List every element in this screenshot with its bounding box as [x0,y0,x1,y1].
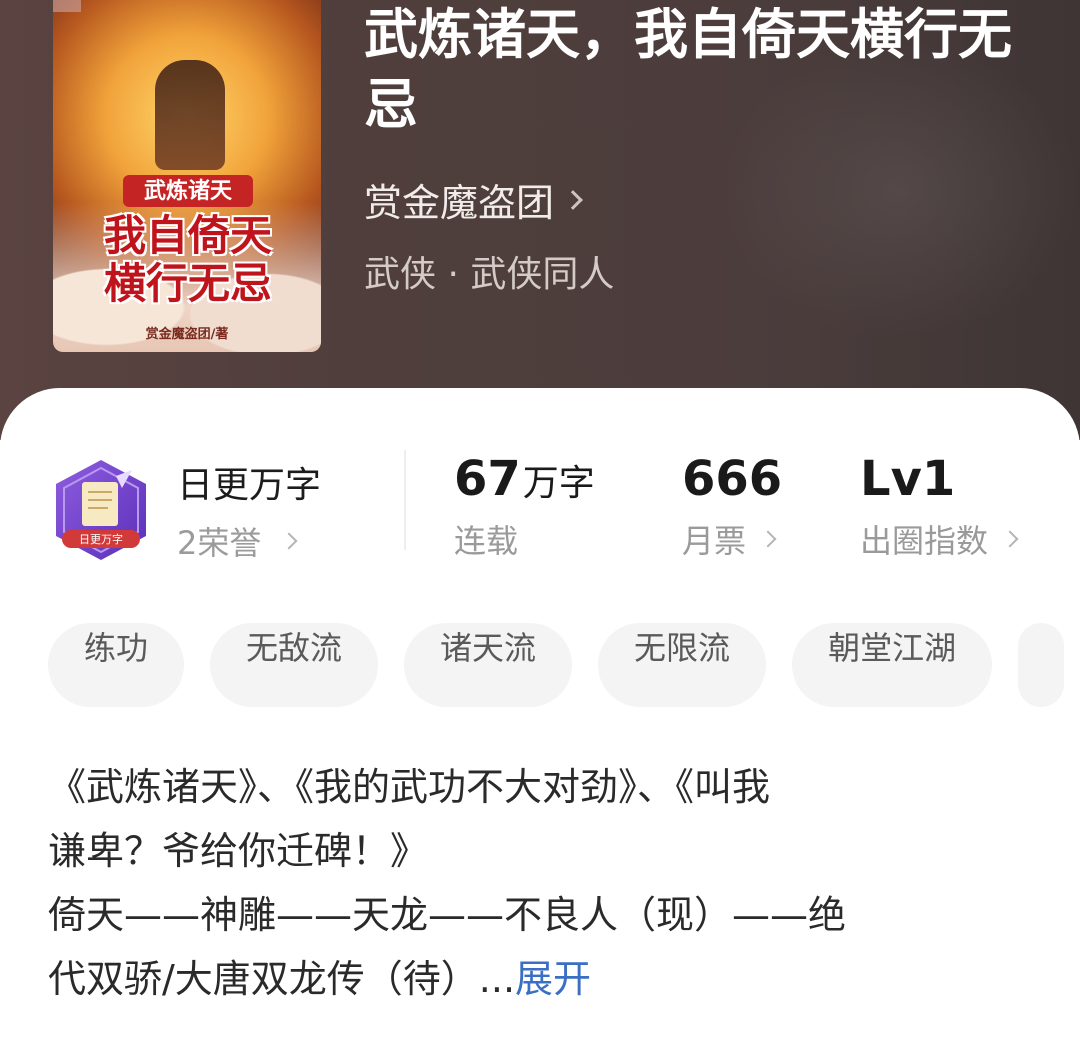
word-count-value: 67 [454,451,521,507]
stat-value: 67万字 [454,450,595,508]
cover-author: 赏金魔盗团/著 [145,327,229,342]
description-line-last: 代双骄/大唐双龙传（待）...展开 [48,947,1038,1011]
chevron-right-icon [280,532,298,550]
tag-chip[interactable]: 无限流 [598,623,767,707]
book-genre: 武侠 · 武侠同人 [364,254,615,295]
cover-title-line2: 横行无忌 [103,259,272,308]
cover-subtitle: 武炼诸天 [123,175,253,207]
popularity-index-label: 出圈指数 [860,522,989,560]
stat-popularity-index[interactable]: Lv1 出圈指数 [860,450,1019,562]
stat-value: 666 [682,451,783,507]
book-description: 《武炼诸天》、《我的武功不大对劲》、《叫我 谦卑？爷给你迁碑！》 倚天——神雕—… [48,755,1038,1011]
honor-badge-icon[interactable]: 日更万字 [52,458,150,562]
honor-count: 2荣誉 [177,524,262,562]
chevron-right-icon [563,189,583,210]
cover-title: 我自倚天 横行无忌 [73,212,303,308]
tag-chip[interactable]: 无敌流 [210,623,379,707]
badge-text: 日更万字 [79,532,123,546]
book-header: 武炼诸天 我自倚天 横行无忌 赏金魔盗团/著 武炼诸天，我自倚天横行无忌 赏金魔… [0,0,1080,440]
cover-corner-mark [53,0,81,12]
honor-subtitle-link[interactable]: 2荣誉 [177,518,298,564]
tag-chip[interactable]: 朝堂江湖 [792,623,993,707]
author-link[interactable]: 赏金魔盗团 [364,172,583,227]
expand-link[interactable]: 展开 [515,957,591,1001]
book-cover[interactable]: 武炼诸天 我自倚天 横行无忌 赏金魔盗团/著 [53,0,321,352]
description-line: 《武炼诸天》、《我的武功不大对劲》、《叫我 [48,765,771,809]
stat-label: 连载 [454,516,595,562]
tag-chip[interactable]: 练功 [48,623,185,707]
monthly-ticket-label: 月票 [682,522,747,560]
cover-hero-figure [155,60,225,170]
cover-title-line1: 我自倚天 [103,211,272,260]
description-line: 倚天——神雕——天龙——不良人（现）——绝 [48,893,847,937]
tag-list: 练功 无敌流 诸天流 无限流 朝堂江湖 [48,623,1080,707]
description-line: 谦卑？爷给你迁碑！》 [48,829,429,873]
stats-divider [404,450,406,550]
honor-title[interactable]: 日更万字 [177,456,321,508]
stat-label: 出圈指数 [860,516,1019,562]
word-count-unit: 万字 [522,463,595,504]
stat-value: Lv1 [860,451,956,507]
tag-chip-overflow[interactable] [1018,623,1065,707]
stat-label: 月票 [682,516,782,562]
author-name: 赏金魔盗团 [364,181,555,225]
book-title: 武炼诸天，我自倚天横行无忌 [364,3,1012,136]
chevron-right-icon [1001,530,1019,548]
stat-monthly-tickets[interactable]: 666 月票 [682,450,782,562]
chevron-right-icon [759,530,777,548]
description-line: 代双骄/大唐双龙传（待）... [48,957,516,1001]
stat-word-count: 67万字 连载 [454,450,595,562]
tag-chip[interactable]: 诸天流 [404,623,573,707]
serial-status-label: 连载 [454,522,519,560]
